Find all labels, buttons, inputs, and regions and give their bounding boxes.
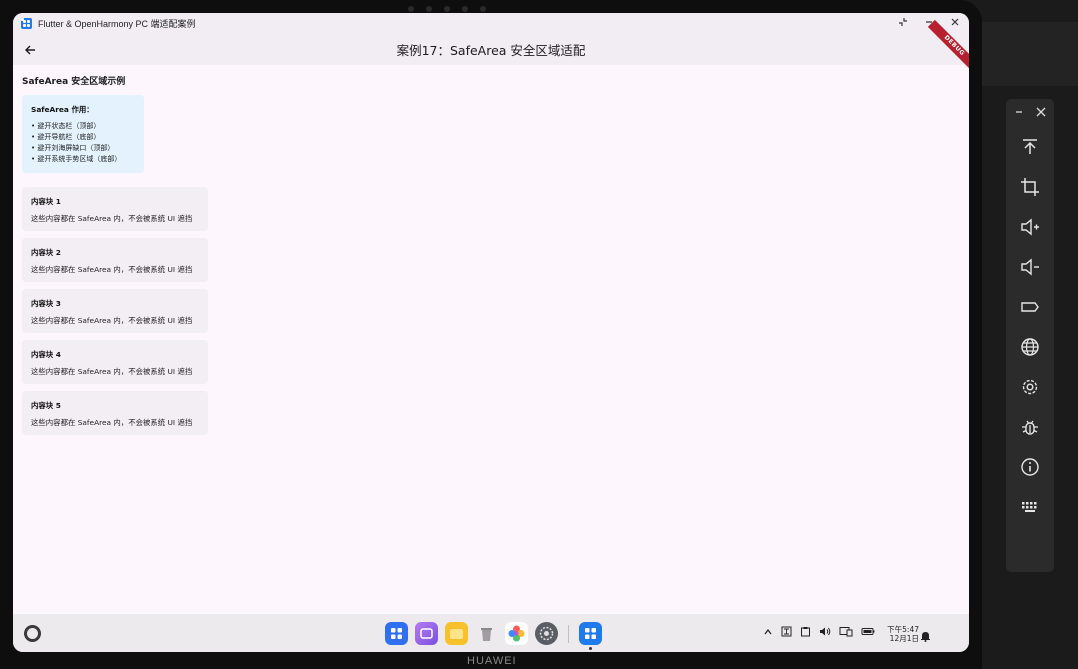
device-brand: HUAWEI [467,655,517,667]
info-icon[interactable] [1006,447,1054,487]
trash-icon[interactable] [475,622,498,645]
restore-icon[interactable] [897,17,909,30]
content-block: 内容块 2 这些内容都在 SafeArea 内，不会被系统 UI 遮挡 [22,238,208,282]
chevron-up-icon[interactable] [763,627,773,641]
info-item: • 避开刘海屏缺口（顶部） [31,144,115,152]
clipboard-icon[interactable] [800,626,811,641]
background-strip [982,22,1078,86]
content-block: 内容块 5 这些内容都在 SafeArea 内，不会被系统 UI 遮挡 [22,391,208,435]
dock [385,622,602,650]
content-block-body: 这些内容都在 SafeArea 内，不会被系统 UI 遮挡 [31,367,193,376]
multitask-icon[interactable] [415,622,438,645]
tag-icon[interactable] [1006,287,1054,327]
app-icon [21,18,32,29]
main-content: SafeArea 安全区域示例 SafeArea 作用： • 避开状态栏（顶部）… [13,65,969,451]
close-icon[interactable] [1036,107,1046,127]
to-top-icon[interactable] [1006,127,1054,167]
content-block-title: 内容块 1 [31,197,61,206]
crop-icon[interactable] [1006,167,1054,207]
toolbar-header [1006,99,1054,127]
gallery-icon[interactable] [505,622,528,645]
ime-icon[interactable] [781,626,792,641]
start-button[interactable] [24,625,41,642]
content-block-title: 内容块 5 [31,401,61,410]
content-block-title: 内容块 4 [31,350,61,359]
content-block-body: 这些内容都在 SafeArea 内，不会被系统 UI 遮挡 [31,418,193,427]
clock-date: 12月1日 [889,634,919,643]
section-title: SafeArea 安全区域示例 [22,77,126,87]
bug-icon[interactable] [1006,407,1054,447]
close-icon[interactable] [949,17,961,30]
content-block-body: 这些内容都在 SafeArea 内，不会被系统 UI 遮挡 [31,265,193,274]
taskbar: 下午5:47 12月1日 [13,614,969,652]
content-block: 内容块 1 这些内容都在 SafeArea 内，不会被系统 UI 遮挡 [22,187,208,231]
content-block-title: 内容块 3 [31,299,61,308]
window-title: Flutter & OpenHarmony PC 端适配案例 [38,19,196,29]
camera-array [408,6,486,12]
info-item: • 避开系统手势区域（底部） [31,155,122,163]
tablet-frame: Flutter & OpenHarmony PC 端适配案例 案例17：Safe… [0,0,982,669]
content-block: 内容块 3 这些内容都在 SafeArea 内，不会被系统 UI 遮挡 [22,289,208,333]
files-icon[interactable] [445,622,468,645]
page-title: 案例17：SafeArea 安全区域适配 [396,43,586,58]
content-block: 内容块 4 这些内容都在 SafeArea 内，不会被系统 UI 遮挡 [22,340,208,384]
minimize-icon[interactable] [1014,107,1024,127]
content-block-body: 这些内容都在 SafeArea 内，不会被系统 UI 遮挡 [31,214,193,223]
clock-time: 下午5:47 [887,625,919,634]
info-item: • 避开状态栏（顶部） [31,122,101,130]
info-card-heading: SafeArea 作用： [31,105,94,114]
battery-icon [861,626,875,641]
screen: Flutter & OpenHarmony PC 端适配案例 案例17：Safe… [13,13,969,652]
flutter-app-icon[interactable] [579,622,602,650]
bell-icon[interactable] [920,627,931,642]
app-center-icon[interactable] [385,622,408,645]
keyboard-icon[interactable] [1006,487,1054,527]
system-tray [763,626,875,641]
dock-separator [568,624,569,643]
back-button[interactable] [15,35,45,65]
settings-icon[interactable] [535,622,558,645]
clock[interactable]: 下午5:47 12月1日 [887,625,919,643]
info-card: SafeArea 作用： • 避开状态栏（顶部） • 避开导航栏（底部） • 避… [22,95,144,173]
info-item: • 避开导航栏（底部） [31,133,101,141]
volume-up-icon[interactable] [1006,207,1054,247]
content-block-body: 这些内容都在 SafeArea 内，不会被系统 UI 遮挡 [31,316,193,325]
settings-icon[interactable] [1006,367,1054,407]
emulator-toolbar [1006,99,1054,572]
display-icon[interactable] [839,626,853,641]
volume-down-icon[interactable] [1006,247,1054,287]
volume-icon[interactable] [819,626,831,641]
window-titlebar: Flutter & OpenHarmony PC 端适配案例 [13,13,969,34]
globe-icon[interactable] [1006,327,1054,367]
app-bar: 案例17：SafeArea 安全区域适配 DEBUG [13,19,969,73]
content-block-title: 内容块 2 [31,248,61,257]
arrow-left-icon [25,45,35,54]
active-indicator [589,647,592,650]
